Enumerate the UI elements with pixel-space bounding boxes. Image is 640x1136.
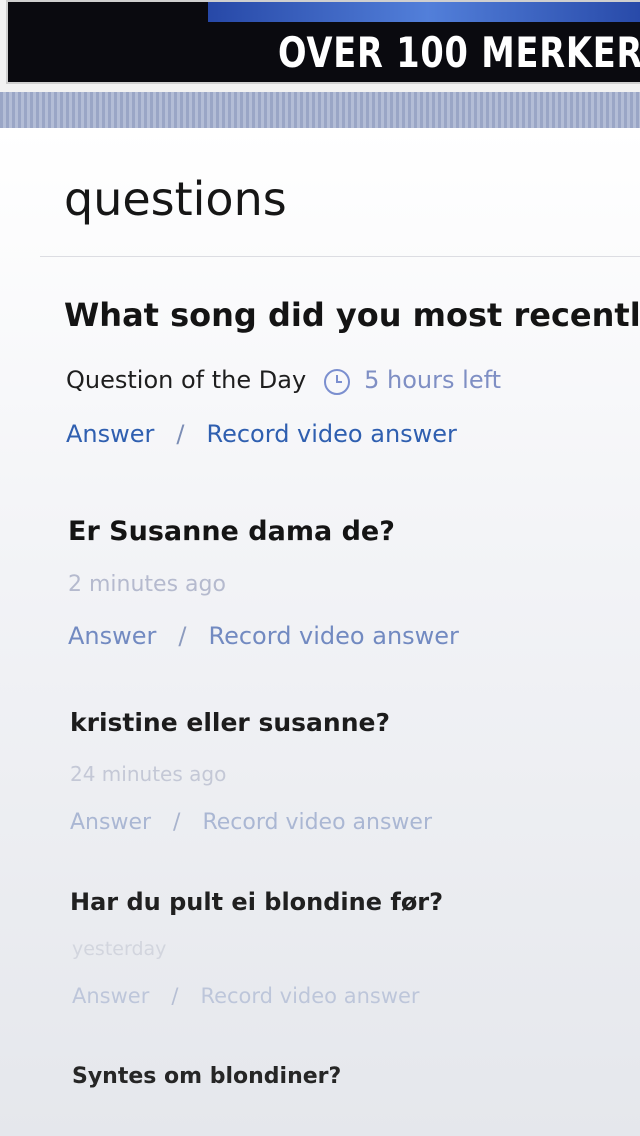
action-separator: /	[171, 984, 179, 1008]
question-title[interactable]: Er Susanne dama de?	[68, 516, 395, 547]
timestamp: yesterday	[72, 938, 167, 960]
record-video-answer-link[interactable]: Record video answer	[200, 984, 419, 1008]
time-left: 5 hours left	[364, 366, 502, 394]
banner-graphic	[208, 2, 640, 22]
answer-link[interactable]: Answer	[72, 984, 149, 1008]
action-separator: /	[176, 420, 185, 448]
answer-link[interactable]: Answer	[70, 810, 151, 835]
question-actions: Answer / Record video answer	[68, 622, 459, 650]
record-video-answer-link[interactable]: Record video answer	[202, 810, 432, 835]
top-banner-ad[interactable]: OVER 100 MERKER	[0, 0, 640, 92]
divider	[40, 256, 640, 257]
question-title[interactable]: What song did you most recently	[64, 296, 640, 334]
timestamp: 2 minutes ago	[68, 572, 226, 597]
page-title: questions	[64, 172, 287, 226]
question-title[interactable]: kristine eller susanne?	[70, 708, 390, 737]
timestamp: 24 minutes ago	[70, 762, 227, 786]
question-actions: Answer / Record video answer	[70, 810, 432, 835]
banner-text: OVER 100 MERKER	[278, 28, 640, 77]
action-separator: /	[178, 622, 187, 650]
action-separator: /	[173, 810, 181, 835]
question-actions: Answer / Record video answer	[66, 420, 457, 448]
answer-link[interactable]: Answer	[66, 420, 154, 448]
record-video-answer-link[interactable]: Record video answer	[209, 622, 459, 650]
question-meta: Question of the Day 5 hours left	[66, 366, 501, 395]
question-title[interactable]: Syntes om blondiner?	[72, 1064, 341, 1089]
question-of-the-day-label: Question of the Day	[66, 366, 307, 394]
record-video-answer-link[interactable]: Record video answer	[207, 420, 457, 448]
question-actions: Answer / Record video answer	[72, 984, 420, 1008]
banner-frame: OVER 100 MERKER	[6, 0, 640, 84]
clock-icon	[324, 369, 351, 395]
answer-link[interactable]: Answer	[68, 622, 156, 650]
question-title[interactable]: Har du pult ei blondine før?	[70, 888, 443, 916]
header-stripe	[0, 92, 640, 128]
